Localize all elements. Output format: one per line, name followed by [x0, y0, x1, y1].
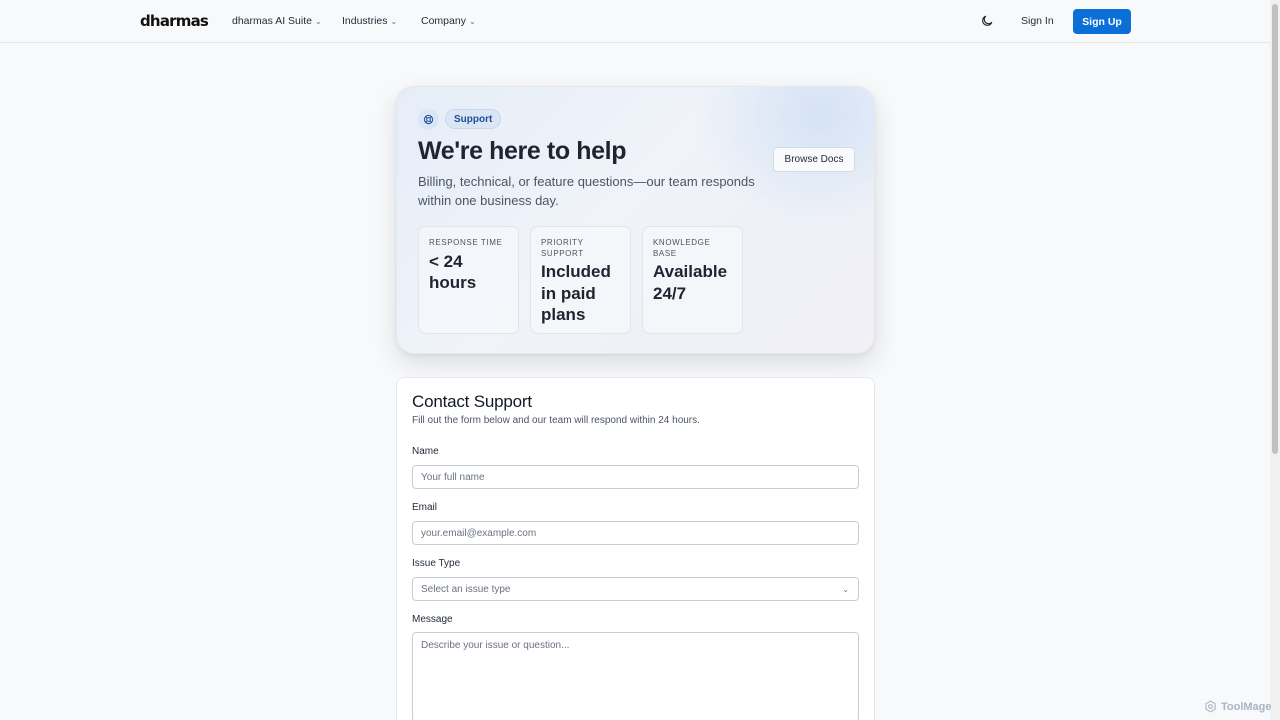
- nav-item-industries[interactable]: Industries ⌄: [342, 15, 397, 27]
- stat-card-knowledge-base: KNOWLEDGE BASE Available 24/7: [642, 226, 743, 334]
- sign-in-link[interactable]: Sign In: [1021, 15, 1054, 27]
- watermark-text: ToolMage: [1221, 700, 1272, 713]
- chevron-down-icon: ⌄: [468, 16, 476, 26]
- email-input[interactable]: your.email@example.com: [412, 521, 859, 545]
- chevron-down-icon: ⌄: [842, 585, 849, 594]
- stat-label: RESPONSE TIME: [429, 238, 503, 247]
- issue-type-value: Select an issue type: [421, 583, 511, 595]
- contact-support-form: Contact Support Fill out the form below …: [396, 377, 875, 720]
- nav-item-ai-suite[interactable]: dharmas AI Suite ⌄: [232, 15, 322, 27]
- logo[interactable]: dharmas: [140, 12, 209, 30]
- stat-value: < 24 hours: [429, 251, 477, 293]
- stat-label: KNOWLEDGE BASE: [653, 238, 711, 258]
- page-scrollbar[interactable]: [1270, 0, 1280, 720]
- nav-item-label: Company: [421, 15, 466, 27]
- email-label: Email: [412, 502, 438, 513]
- chevron-down-icon: ⌄: [314, 16, 322, 26]
- top-navbar: dharmas dharmas AI Suite ⌄ Industries ⌄ …: [0, 0, 1270, 43]
- form-subtitle: Fill out the form below and our team wil…: [412, 415, 700, 426]
- page-subtitle: Billing, technical, or feature questions…: [418, 174, 755, 208]
- name-input[interactable]: Your full name: [412, 465, 859, 489]
- stat-value: Available 24/7: [653, 262, 728, 303]
- message-textarea[interactable]: Describe your issue or question...: [412, 632, 859, 720]
- lifebuoy-icon: [418, 109, 439, 130]
- watermark-logo-icon: [1205, 700, 1216, 713]
- nav-item-label: dharmas AI Suite: [232, 15, 312, 27]
- nav-item-company[interactable]: Company ⌄: [421, 15, 476, 27]
- sign-up-button[interactable]: Sign Up: [1073, 9, 1131, 34]
- name-placeholder: Your full name: [421, 471, 485, 483]
- support-badge: Support: [445, 109, 502, 129]
- name-label: Name: [412, 446, 439, 457]
- chevron-down-icon: ⌄: [390, 16, 398, 26]
- nav-item-label: Industries: [342, 15, 388, 27]
- issue-type-label: Issue Type: [412, 558, 461, 569]
- form-title: Contact Support: [412, 392, 532, 411]
- issue-type-select[interactable]: Select an issue type ⌄: [412, 577, 859, 601]
- browse-docs-button[interactable]: Browse Docs: [773, 147, 855, 172]
- message-placeholder: Describe your issue or question...: [421, 640, 570, 651]
- watermark: ToolMage: [1204, 700, 1272, 713]
- moon-icon[interactable]: [980, 14, 994, 28]
- email-placeholder: your.email@example.com: [421, 527, 537, 539]
- support-hero-card: Support We're here to help Billing, tech…: [396, 86, 875, 354]
- stat-card-response-time: RESPONSE TIME < 24 hours: [418, 226, 519, 334]
- page-title: We're here to help: [418, 137, 627, 165]
- stat-card-priority-support: PRIORITY SUPPORT Included in paid plans: [530, 226, 631, 334]
- scrollbar-thumb[interactable]: [1272, 4, 1278, 454]
- stat-label: PRIORITY SUPPORT: [541, 238, 584, 258]
- stat-value: Included in paid plans: [541, 262, 611, 324]
- message-label: Message: [412, 614, 453, 625]
